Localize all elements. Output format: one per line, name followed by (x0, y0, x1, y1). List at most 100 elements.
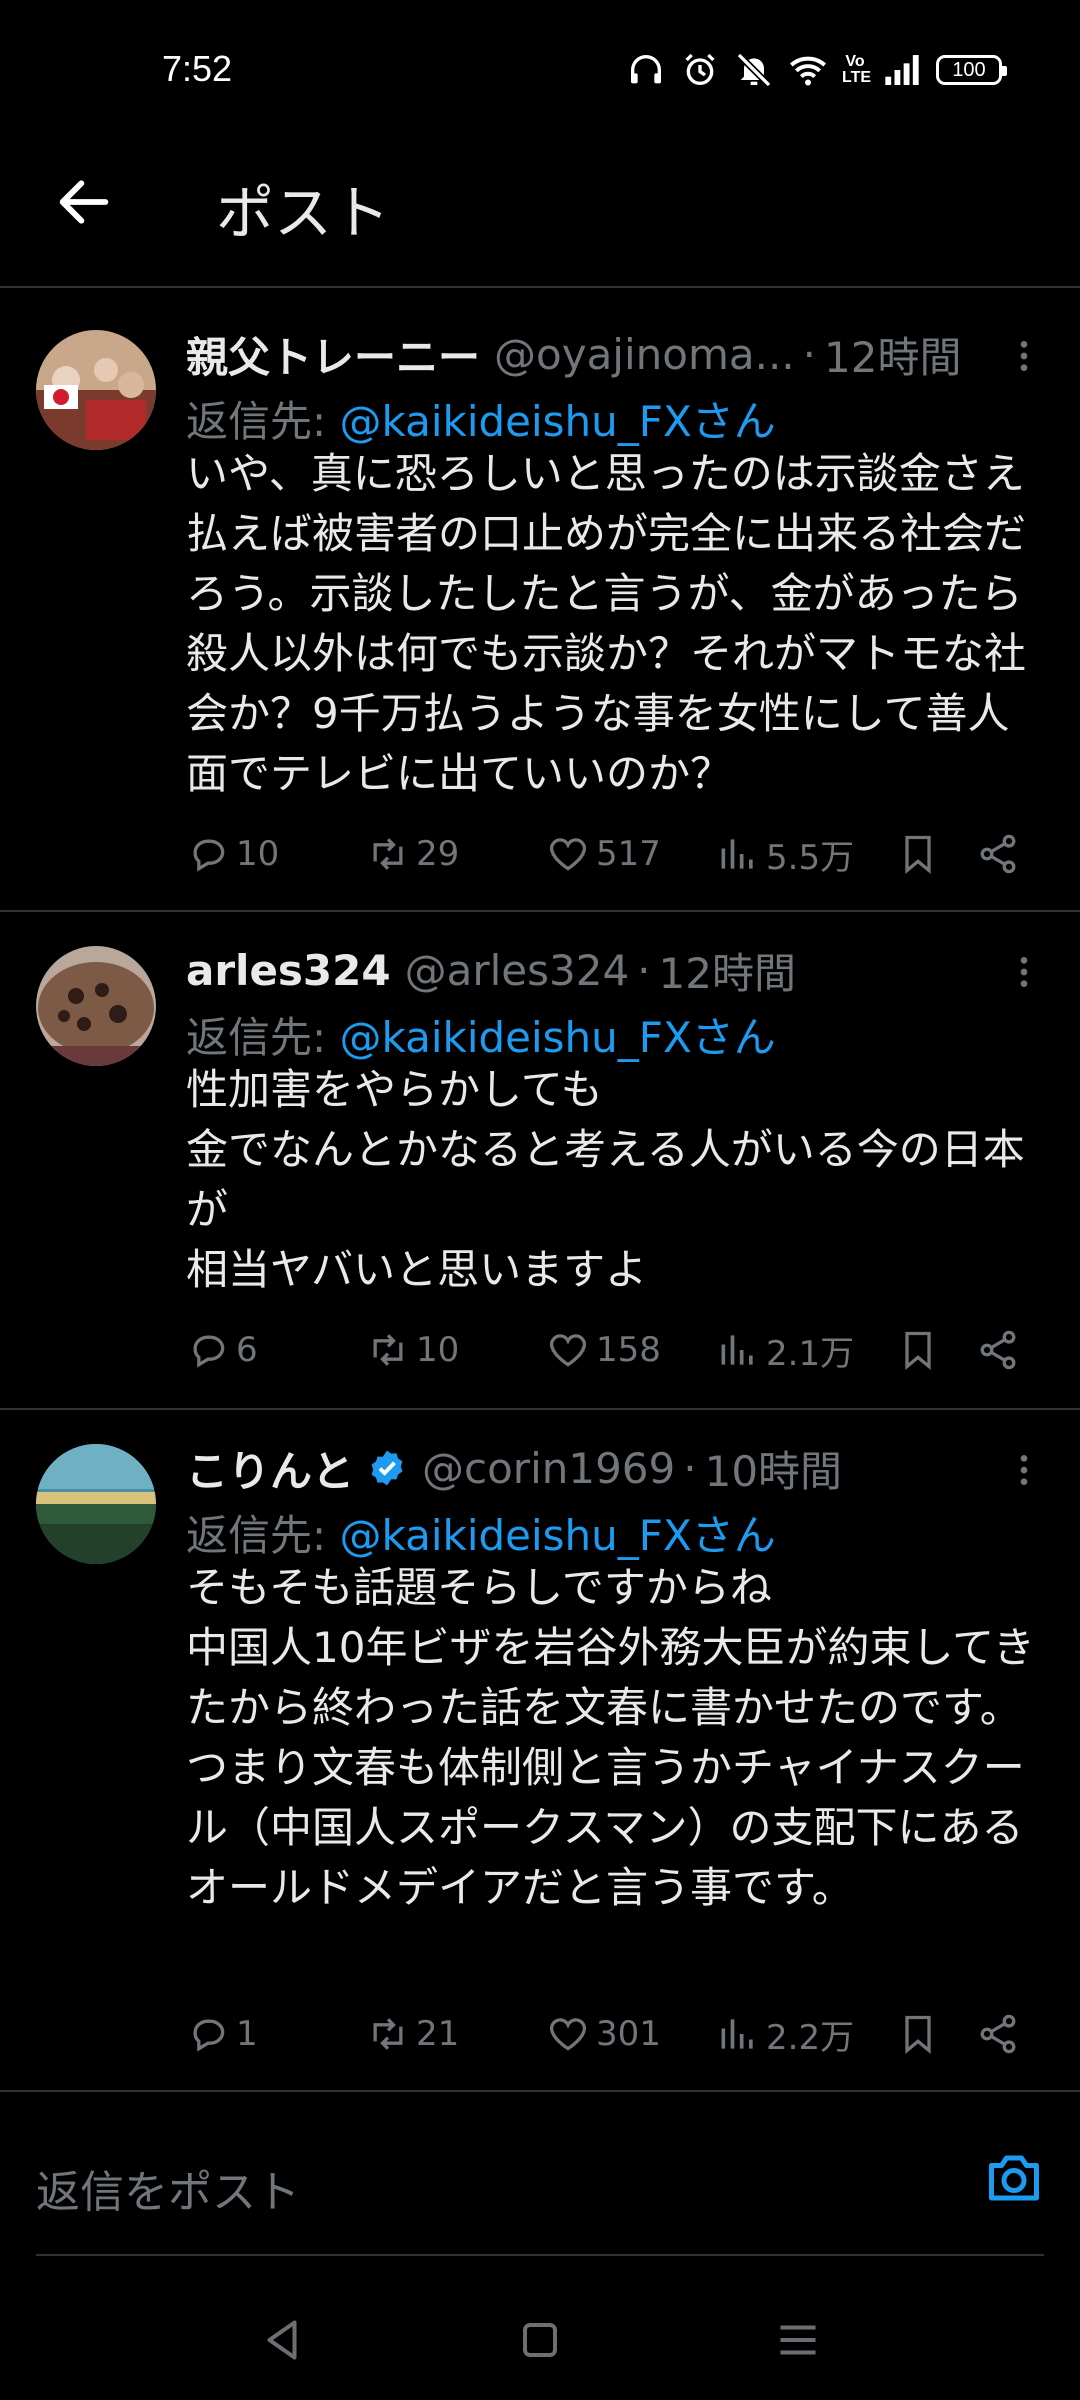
post-header: 親父トレーニー @oyajinoma... · 12時間 (186, 326, 970, 382)
post-actions: 1 21 301 2.2万 (186, 2006, 1044, 2062)
analytics-icon (721, 839, 753, 869)
author-handle[interactable]: @oyajinoma... (494, 330, 795, 379)
post-text: いや、真に恐ろしいと思ったのは示談金さえ払えば被害者の口止めが完全に出来る社会だ… (186, 449, 1027, 798)
author-handle[interactable]: @corin1969 (422, 1444, 675, 1493)
share-button[interactable] (976, 2006, 1026, 2062)
repost-icon (373, 838, 403, 870)
reply-button[interactable]: 10 (186, 826, 279, 882)
repost-count: 10 (416, 1330, 460, 1370)
reply-to-label: 返信先: (186, 1013, 340, 1062)
reply-to-mention[interactable]: @kaikideishu_FXさん (340, 397, 776, 446)
reply-post[interactable]: 親父トレーニー @oyajinoma... · 12時間 返信先: @kaiki… (0, 296, 1080, 912)
repost-icon (373, 1334, 403, 1366)
camera-icon[interactable] (984, 2148, 1044, 2208)
author-name[interactable]: 親父トレーニー (186, 324, 480, 385)
views-button[interactable]: 5.5万 (716, 826, 854, 882)
post-time: 12時間 (658, 948, 796, 998)
nav-home-icon[interactable] (510, 2310, 570, 2370)
reply-to-mention[interactable]: @kaikideishu_FXさん (340, 1511, 776, 1560)
bookmark-button[interactable] (896, 826, 946, 882)
bookmark-button[interactable] (896, 2006, 946, 2062)
repost-count: 29 (416, 834, 460, 874)
system-nav-bar (0, 2280, 1080, 2400)
view-count: 5.5万 (766, 837, 855, 878)
reply-button[interactable]: 6 (186, 1322, 258, 1378)
share-icon (980, 834, 1016, 874)
view-count: 2.2万 (766, 2017, 855, 2058)
post-actions: 6 10 158 2.1万 (186, 1322, 1044, 1378)
arrow-left-icon[interactable] (52, 170, 116, 234)
bookmark-button[interactable] (896, 1322, 946, 1378)
headphones-icon (631, 55, 661, 84)
battery-icon: 100 (936, 55, 1007, 85)
separator-dot: · (802, 329, 817, 379)
heart-icon (549, 2018, 587, 2051)
author-handle[interactable]: @arles324 (405, 946, 630, 995)
more-options-icon[interactable] (1004, 952, 1044, 992)
post-text: そもそも話題そらしですからね 中国人10年ビザを岩谷外務大臣が約束してきたから終… (186, 1563, 1035, 1912)
separator-dot: · (637, 945, 651, 995)
like-button[interactable]: 517 (546, 826, 661, 882)
reply-count: 1 (236, 2014, 258, 2054)
views-button[interactable]: 2.1万 (716, 1322, 854, 1378)
views-button[interactable]: 2.2万 (716, 2006, 854, 2062)
reply-count: 10 (236, 834, 280, 874)
reply-to-label: 返信先: (186, 397, 340, 446)
repost-button[interactable]: 10 (366, 1322, 459, 1378)
nav-recents-icon[interactable] (768, 2310, 828, 2370)
reply-to-label: 返信先: (186, 1511, 340, 1560)
avatar[interactable] (36, 330, 156, 450)
share-icon (980, 1330, 1016, 1370)
author-name[interactable]: arles324 (186, 946, 391, 995)
post-header: こりんと @corin1969 · 10時間 (186, 1440, 970, 1496)
repost-icon (373, 2018, 403, 2050)
post-header: arles324 @arles324 · 12時間 (186, 942, 970, 998)
reply-button[interactable]: 1 (186, 2006, 258, 2062)
like-count: 158 (596, 1330, 661, 1370)
more-options-icon[interactable] (1004, 1450, 1044, 1490)
nav-back-icon[interactable] (252, 2310, 312, 2370)
reply-icon (193, 839, 225, 872)
avatar[interactable] (36, 1444, 156, 1564)
analytics-icon (721, 2019, 753, 2049)
signal-icon (885, 55, 919, 85)
bookmark-icon (905, 1331, 931, 1371)
post-text: 性加害をやらかしても 金でなんとかなると考える人がいる今の日本が 相当ヤバいと思… (186, 1065, 1025, 1294)
avatar[interactable] (36, 946, 156, 1066)
repost-button[interactable]: 29 (366, 826, 459, 882)
separator-dot: · (683, 1443, 697, 1493)
reply-input[interactable]: 返信をポスト (36, 2156, 300, 2220)
reply-to-line: 返信先: @kaikideishu_FXさん (186, 388, 776, 449)
share-button[interactable] (976, 826, 1026, 882)
like-count: 301 (596, 2014, 661, 2054)
top-app-bar: ポスト (0, 140, 1080, 288)
alarm-icon (685, 53, 715, 85)
repost-button[interactable]: 21 (366, 2006, 459, 2062)
like-count: 517 (596, 834, 661, 874)
heart-icon (549, 1334, 587, 1367)
post-time: 12時間 (824, 332, 962, 382)
bookmark-icon (905, 2015, 931, 2055)
wifi-icon (790, 56, 826, 86)
mute-icon (736, 52, 772, 88)
reply-icon (193, 1335, 225, 1368)
status-icons: Vo LTE 100 (626, 50, 1007, 90)
heart-icon (549, 838, 587, 871)
reply-count: 6 (236, 1330, 258, 1370)
like-button[interactable]: 301 (546, 2006, 661, 2062)
reply-to-mention[interactable]: @kaikideishu_FXさん (340, 1013, 776, 1062)
view-count: 2.1万 (766, 1333, 855, 1374)
reply-post[interactable]: こりんと @corin1969 · 10時間 返信先: @kaikideishu… (0, 1410, 1080, 2092)
reply-post[interactable]: arles324 @arles324 · 12時間 返信先: @kaikidei… (0, 912, 1080, 1410)
bookmark-icon (905, 835, 931, 875)
status-bar: 7:52 Vo LTE 100 (0, 0, 1080, 140)
page-title: ポスト (216, 179, 391, 247)
more-options-icon[interactable] (1004, 336, 1044, 376)
volte-icon: Vo LTE (842, 53, 872, 86)
reply-icon (193, 2019, 225, 2052)
like-button[interactable]: 158 (546, 1322, 661, 1378)
author-name[interactable]: こりんと (186, 1438, 354, 1499)
share-button[interactable] (976, 1322, 1026, 1378)
status-time: 7:52 (162, 48, 233, 89)
post-time: 10時間 (704, 1446, 843, 1496)
